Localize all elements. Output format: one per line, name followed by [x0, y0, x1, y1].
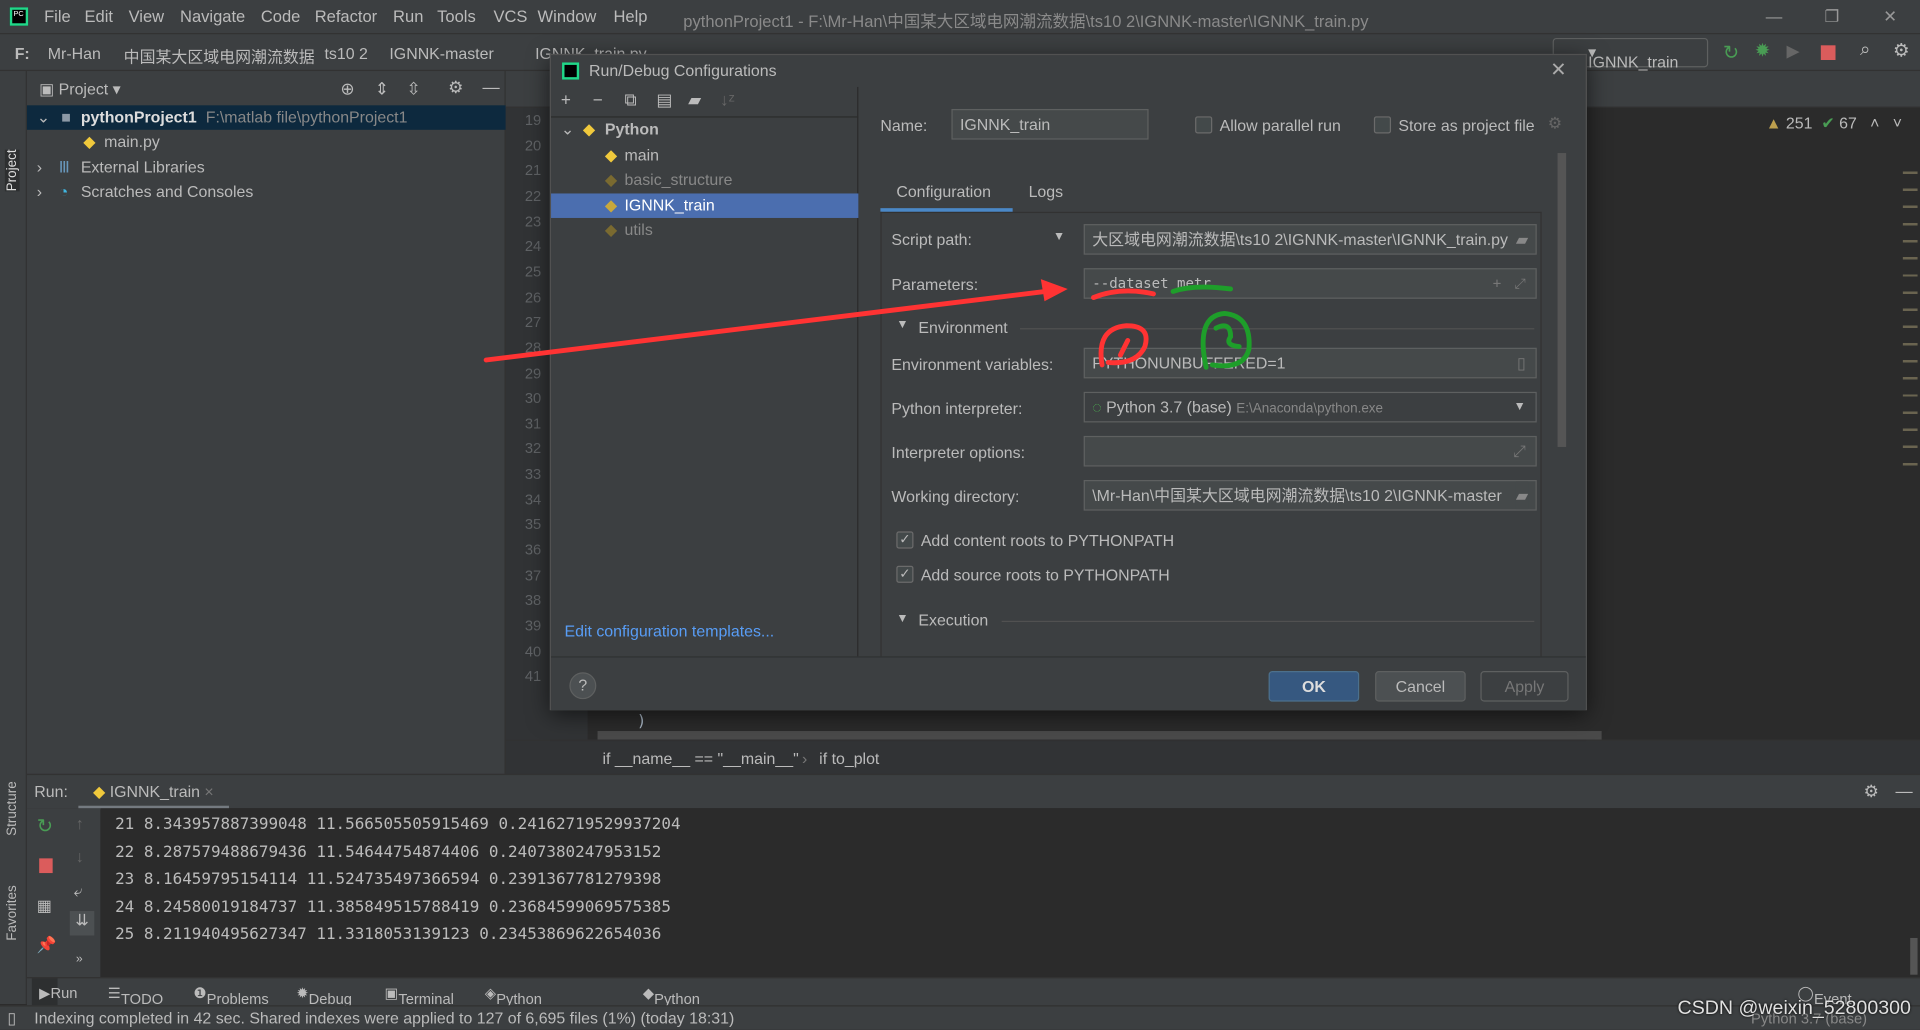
red-arrow-annotation [483, 279, 1156, 368]
green-annotation [1170, 284, 1252, 370]
green-circle-two [1200, 311, 1252, 370]
red-underline [1091, 288, 1156, 301]
red-circle-one [1098, 323, 1149, 368]
green-underline [1170, 284, 1234, 294]
hand-drawn-annotations [483, 279, 1252, 370]
